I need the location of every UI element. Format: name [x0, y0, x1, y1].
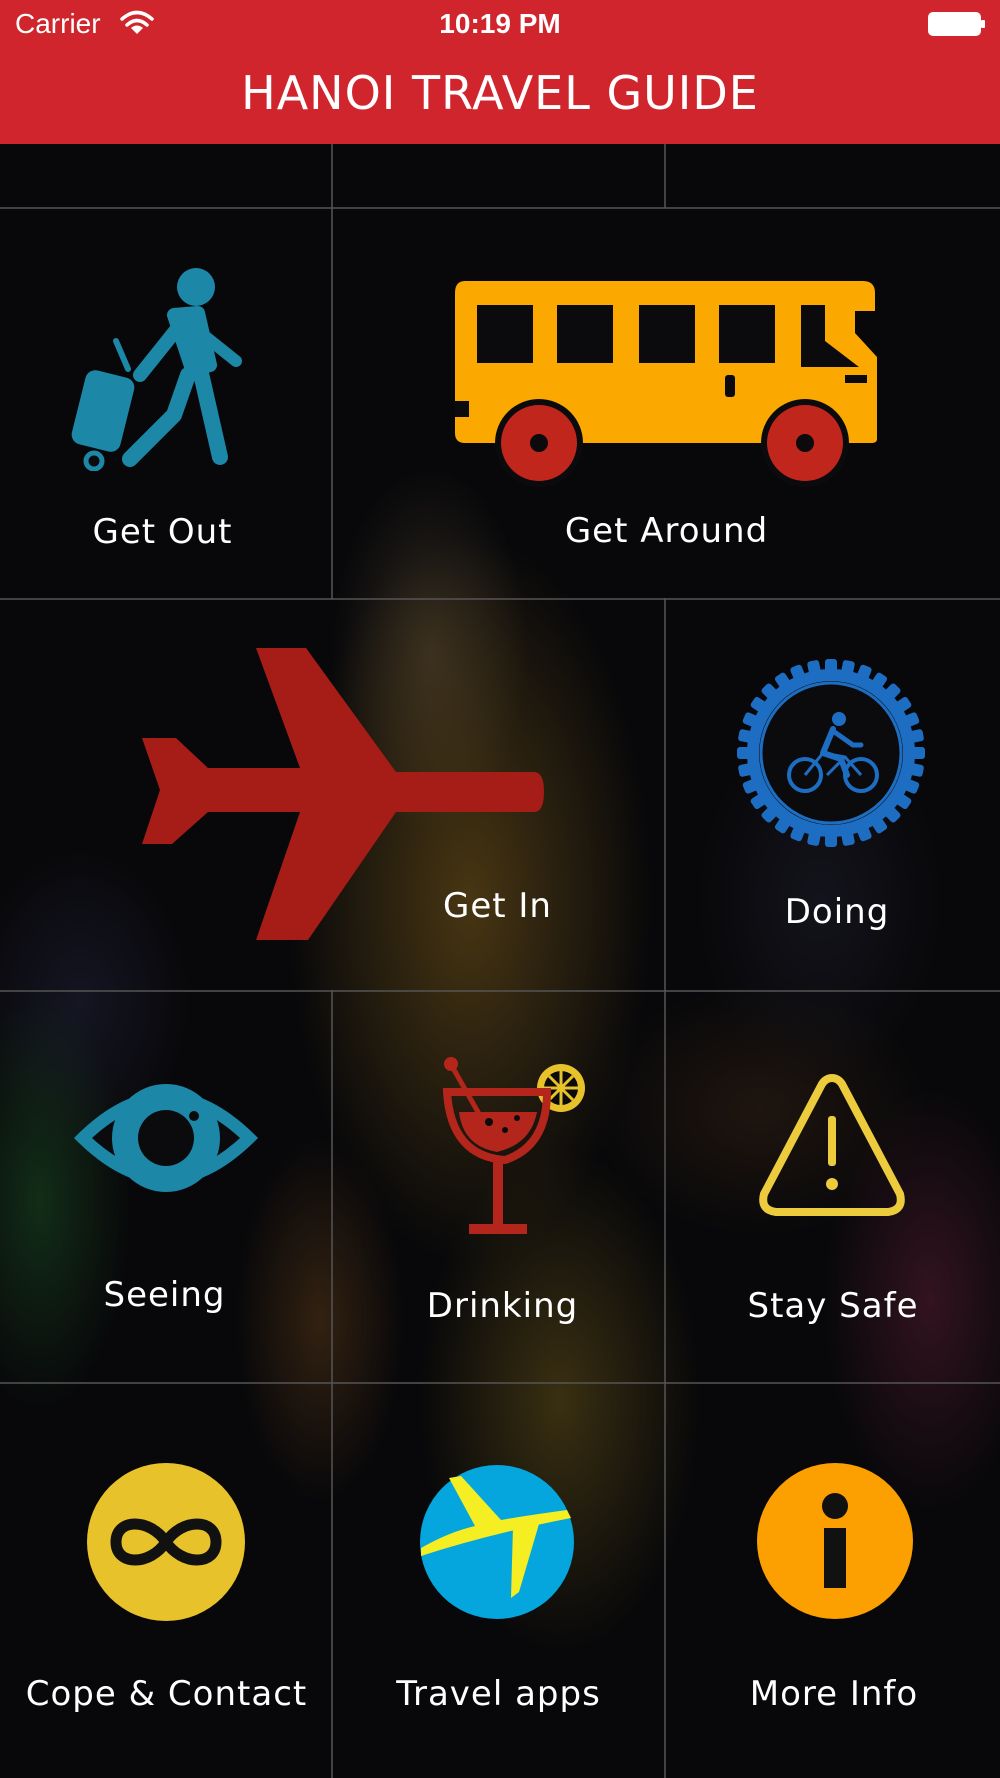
status-time: 10:19 PM — [439, 8, 561, 39]
tile-label: Drinking — [426, 1286, 579, 1326]
tile-get-around[interactable]: Get Around — [333, 209, 1000, 598]
tile-cope-contact[interactable]: Cope & Contact — [0, 1384, 331, 1778]
tile-get-in[interactable]: Get In — [0, 600, 664, 990]
scrolled-tile-right[interactable] — [666, 144, 1000, 207]
cocktail-icon — [443, 1057, 585, 1234]
cycling-gear-icon — [737, 659, 925, 847]
expedia-plane-icon — [420, 1465, 574, 1619]
tile-get-out[interactable]: Get Out — [0, 209, 331, 598]
tile-label: Cope & Contact — [25, 1674, 308, 1714]
tile-more-info[interactable]: More Info — [666, 1384, 1000, 1778]
tile-label: Get Out — [92, 512, 233, 552]
tile-doing[interactable]: Doing — [666, 600, 1000, 990]
traveler-luggage-icon — [71, 268, 242, 471]
app-header: Carrier 10:19 PM HANOI TRAVEL GUIDE — [0, 0, 1000, 144]
app-title: HANOI TRAVEL GUIDE — [241, 66, 759, 120]
menu-grid: Get Out Get Around Get In Doing Seeing D… — [0, 0, 1000, 1778]
infinity-icon — [87, 1463, 245, 1621]
tile-seeing[interactable]: Seeing — [0, 992, 331, 1382]
bus-icon — [455, 281, 877, 487]
eye-icon — [74, 1084, 258, 1192]
tile-label: Doing — [784, 892, 890, 932]
scrolled-tile-middle[interactable] — [333, 144, 664, 207]
battery-icon — [928, 12, 985, 36]
tile-label: Travel apps — [396, 1674, 601, 1714]
tile-travel-apps[interactable]: Travel apps — [333, 1384, 664, 1778]
tile-label: Get Around — [564, 511, 769, 551]
status-bar: Carrier 10:19 PM — [0, 0, 1000, 50]
tile-drinking[interactable]: Drinking — [333, 992, 664, 1382]
info-icon — [757, 1463, 913, 1619]
tile-label: Stay Safe — [747, 1286, 919, 1326]
tile-label: More Info — [749, 1674, 919, 1714]
tile-stay-safe[interactable]: Stay Safe — [666, 992, 1000, 1382]
scrolled-tile-left[interactable] — [0, 144, 331, 207]
warning-icon — [759, 1074, 905, 1216]
tile-label: Seeing — [103, 1275, 226, 1315]
tile-label: Get In — [443, 886, 552, 926]
